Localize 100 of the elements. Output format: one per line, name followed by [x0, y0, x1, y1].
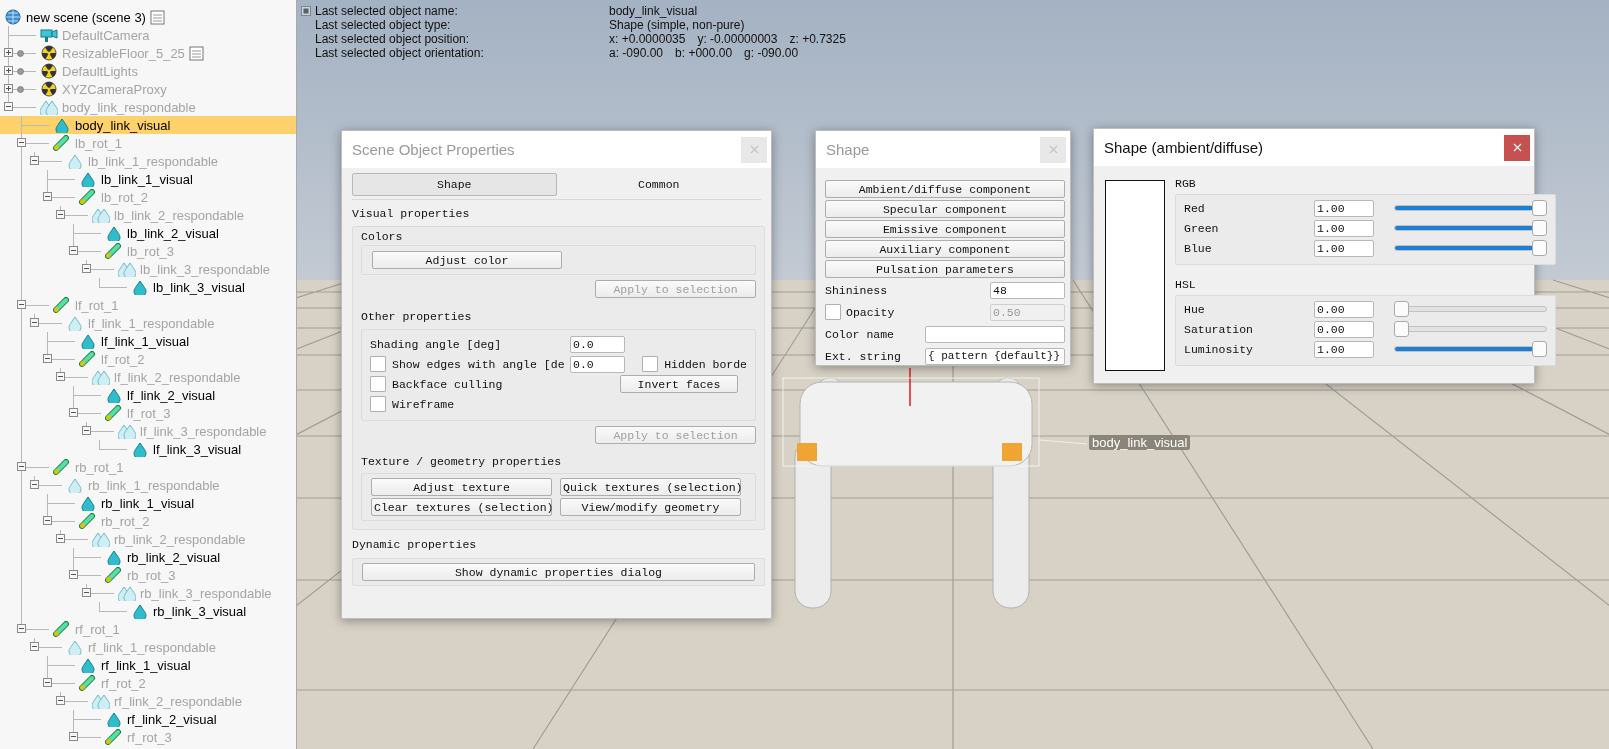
checkbox[interactable] — [370, 396, 386, 412]
camera-icon — [40, 27, 58, 43]
texture-button[interactable]: Quick textures (selection) — [560, 478, 741, 496]
dynamic-properties-button[interactable]: Show dynamic properties dialog — [362, 563, 755, 581]
tree-row[interactable]: lb_link_2_visual — [0, 224, 296, 242]
tree-item-label: lf_rot_1 — [75, 297, 119, 313]
collapse-toggle[interactable] — [43, 516, 52, 525]
collapse-toggle[interactable] — [30, 318, 39, 327]
component-button[interactable]: Specular component — [825, 200, 1065, 218]
tree-item-label: rf_link_1_visual — [101, 657, 191, 673]
slider-thumb[interactable] — [1532, 200, 1547, 216]
info-value: g: -090.00 — [744, 46, 799, 60]
slider-thumb[interactable] — [1532, 341, 1547, 357]
invert-faces-button[interactable]: Invert faces — [620, 375, 738, 393]
tree-item-label: rf_rot_2 — [101, 675, 146, 691]
slider[interactable] — [1394, 341, 1547, 357]
collapse-toggle[interactable] — [56, 696, 65, 705]
input-field[interactable]: 1.00 — [1314, 340, 1374, 358]
collapse-toggle[interactable] — [69, 246, 78, 255]
input-field[interactable]: 48 — [990, 281, 1065, 299]
tree-row[interactable]: lb_link_1_visual — [0, 170, 296, 188]
tree-row[interactable]: lf_link_2_visual — [0, 386, 296, 404]
tree-row[interactable]: rb_link_2_visual — [0, 548, 296, 566]
collapse-toggle[interactable] — [56, 210, 65, 219]
slider-thumb[interactable] — [1394, 301, 1409, 317]
cylinder-icon — [53, 297, 71, 313]
tab[interactable]: Shape — [352, 173, 557, 196]
collapse-toggle[interactable] — [69, 408, 78, 417]
input-field[interactable]: 1.00 — [1314, 219, 1374, 237]
drop-icon — [79, 333, 97, 349]
texture-button[interactable]: Clear textures (selection) — [371, 498, 552, 516]
collapse-toggle[interactable] — [17, 300, 26, 309]
tree-row[interactable]: new scene (scene 3) — [0, 8, 296, 26]
field-label: Luminosity — [1184, 342, 1254, 356]
slider-thumb[interactable] — [1532, 220, 1547, 236]
tree-row[interactable]: lf_link_3_visual — [0, 440, 296, 458]
collapse-toggle[interactable] — [30, 480, 39, 489]
collapse-toggle[interactable] — [30, 642, 39, 651]
slider-thumb[interactable] — [1532, 240, 1547, 256]
component-button[interactable]: Ambient/diffuse component — [825, 180, 1065, 198]
expand-toggle[interactable] — [4, 48, 13, 57]
collapse-toggle[interactable] — [82, 264, 91, 273]
input-field[interactable]: 1.00 — [1314, 199, 1374, 217]
input-field[interactable]: 1.00 — [1314, 239, 1374, 257]
adjust-color-button[interactable]: Adjust color — [372, 251, 562, 269]
tree-row[interactable]: lf_link_1_visual — [0, 332, 296, 350]
collapse-toggle[interactable] — [69, 570, 78, 579]
slider[interactable] — [1394, 321, 1547, 337]
input-field[interactable]: 0.0 — [570, 335, 625, 353]
tree-row[interactable]: rb_link_3_visual — [0, 602, 296, 620]
collapse-toggle[interactable] — [4, 102, 13, 111]
collapse-toggle[interactable] — [82, 588, 91, 597]
tree-row[interactable]: lb_link_3_visual — [0, 278, 296, 296]
slider[interactable] — [1394, 240, 1547, 256]
texture-button[interactable]: View/modify geometry — [560, 498, 741, 516]
collapse-toggle[interactable] — [56, 534, 65, 543]
tab[interactable]: Common — [556, 173, 761, 196]
tree-row[interactable]: rb_link_1_visual — [0, 494, 296, 512]
tree-row[interactable]: body_link_visual — [0, 116, 296, 134]
input-field[interactable]: 0.00 — [1314, 300, 1374, 318]
collapse-toggle[interactable] — [43, 192, 52, 201]
tree-item-label: lb_link_2_respondable — [114, 207, 245, 223]
tree-item-label: lb_link_1_visual — [101, 171, 193, 187]
drops-icon — [92, 531, 110, 547]
texture-button[interactable]: Adjust texture — [371, 478, 552, 496]
tree-row[interactable]: rf_link_1_visual — [0, 656, 296, 674]
collapse-toggle[interactable] — [30, 156, 39, 165]
collapse-toggle[interactable] — [82, 426, 91, 435]
input-field[interactable] — [925, 325, 1065, 343]
checkbox[interactable] — [825, 304, 841, 320]
slider[interactable] — [1394, 220, 1547, 236]
expand-toggle[interactable] — [4, 84, 13, 93]
cylinder-icon — [79, 189, 97, 205]
slider-thumb[interactable] — [1394, 321, 1409, 337]
close-button[interactable] — [1504, 134, 1530, 161]
slider[interactable] — [1394, 301, 1547, 317]
component-button[interactable]: Auxiliary component — [825, 240, 1065, 258]
collapse-toggle[interactable] — [17, 138, 26, 147]
collapse-toggle[interactable] — [56, 372, 65, 381]
slider[interactable] — [1394, 200, 1547, 216]
tree-row[interactable]: rf_link_2_visual — [0, 710, 296, 728]
tree-item-label: lb_rot_3 — [127, 243, 174, 259]
checkbox[interactable] — [370, 356, 386, 372]
tree-item-label: ResizableFloor_5_25 — [62, 45, 185, 61]
collapse-toggle[interactable] — [43, 678, 52, 687]
tree-item-label: lf_link_2_respondable — [114, 369, 241, 385]
collapse-toggle[interactable] — [43, 354, 52, 363]
field-label: Green — [1184, 221, 1220, 235]
checkbox[interactable] — [370, 376, 386, 392]
checkbox[interactable] — [642, 356, 659, 372]
component-button[interactable]: Pulsation parameters — [825, 260, 1065, 278]
cylinder-icon — [105, 567, 123, 583]
expand-toggle[interactable] — [4, 66, 13, 75]
collapse-toggle[interactable] — [17, 624, 26, 633]
component-button[interactable]: Emissive component — [825, 220, 1065, 238]
input-field[interactable]: 0.00 — [1314, 320, 1374, 338]
collapse-toggle[interactable] — [69, 732, 78, 741]
input-field[interactable]: 0.0 — [570, 355, 625, 373]
collapse-toggle[interactable] — [17, 462, 26, 471]
input-field[interactable]: { pattern {default}} — [925, 347, 1065, 365]
